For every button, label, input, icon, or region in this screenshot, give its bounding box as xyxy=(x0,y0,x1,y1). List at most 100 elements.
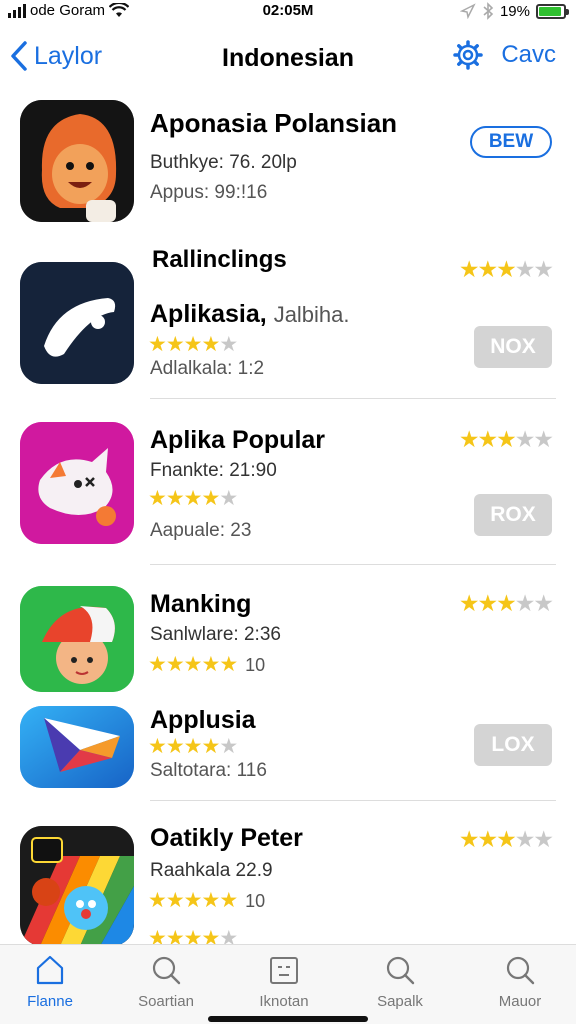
star-icon: ★ xyxy=(219,735,238,758)
star-icon: ★ xyxy=(183,653,203,676)
get-button[interactable]: ROX xyxy=(474,494,552,536)
star-icon: ★ xyxy=(458,256,480,282)
home-indicator xyxy=(208,1016,368,1022)
rating-count: 10 xyxy=(245,655,266,675)
star-icon: ★ xyxy=(533,426,554,452)
app-name: Applusia xyxy=(150,706,256,734)
star-icon: ★ xyxy=(533,826,554,852)
star-icon: ★ xyxy=(148,735,167,758)
get-button[interactable]: NOX xyxy=(474,326,552,368)
tab-grid[interactable]: Iknotan xyxy=(234,953,334,1010)
star-icon: ★ xyxy=(201,333,220,356)
battery-percent: 19% xyxy=(499,2,530,20)
star-icon: ★ xyxy=(533,590,554,616)
star-icon: ★ xyxy=(514,256,536,282)
star-rating: ★★★★★ 10 xyxy=(148,652,265,677)
app-name: Aponasia Polansian xyxy=(150,108,398,138)
grid-icon xyxy=(270,957,298,984)
search-icon xyxy=(386,956,415,985)
star-icon: ★ xyxy=(148,889,167,912)
star-icon: ★ xyxy=(201,735,220,758)
app-meta: Aapuale: 23 xyxy=(150,520,252,541)
star-icon: ★ xyxy=(496,826,517,852)
app-meta: Buthkye: 76. 20lp xyxy=(150,152,297,173)
star-rating: ★★★★★ xyxy=(458,826,554,853)
star-icon: ★ xyxy=(514,426,536,452)
star-icon: ★ xyxy=(496,256,517,282)
star-icon: ★ xyxy=(148,333,167,356)
tab-more[interactable]: Mauor xyxy=(470,953,570,1010)
star-icon: ★ xyxy=(148,487,167,510)
app-name-extra: Jalbiha. xyxy=(273,302,350,327)
star-icon: ★ xyxy=(219,487,238,510)
star-icon: ★ xyxy=(201,487,220,510)
star-icon: ★ xyxy=(514,590,536,616)
get-button[interactable]: BEW xyxy=(470,126,552,158)
star-icon: ★ xyxy=(201,653,220,676)
app-name-main: Aplikasia, xyxy=(150,300,267,328)
status-right: 19% xyxy=(459,2,569,20)
star-icon: ★ xyxy=(477,256,499,282)
star-icon: ★ xyxy=(219,889,238,912)
star-icon: ★ xyxy=(183,889,203,912)
star-icon: ★ xyxy=(165,333,185,356)
app-meta: Appus: 99:!16 xyxy=(150,182,268,203)
star-icon: ★ xyxy=(458,826,480,852)
get-button[interactable]: LOX xyxy=(474,724,552,766)
star-icon: ★ xyxy=(165,889,185,912)
tab-search[interactable]: Soartian xyxy=(116,953,216,1010)
star-icon: ★ xyxy=(458,590,480,616)
app-icon-kid-cap xyxy=(20,586,134,692)
star-icon: ★ xyxy=(165,735,185,758)
battery-icon xyxy=(536,3,569,19)
search-icon xyxy=(506,956,535,985)
tab-bar: Flanne Soartian Iknotan Sapalk Mauor xyxy=(0,944,576,1024)
star-rating: ★★★★★ xyxy=(148,332,238,357)
star-icon: ★ xyxy=(477,426,499,452)
app-name: Manking xyxy=(150,590,252,618)
bluetooth-icon xyxy=(483,2,494,20)
status-bar: ode Goram 02:05M 19% xyxy=(0,0,576,24)
tab-label: Mauor xyxy=(498,993,542,1010)
section-header: Rallinclings xyxy=(152,246,287,273)
app-meta: Raahkala 22.9 xyxy=(150,860,273,881)
gear-icon[interactable] xyxy=(453,40,484,70)
divider xyxy=(150,564,556,565)
tab-search-2[interactable]: Sapalk xyxy=(350,953,450,1010)
tab-label: Soartian xyxy=(138,993,194,1010)
location-icon xyxy=(459,3,476,19)
star-rating: ★★★★★ xyxy=(148,486,238,511)
divider xyxy=(150,398,556,399)
star-icon: ★ xyxy=(219,333,238,356)
star-rating: ★★★★★ 10 xyxy=(148,888,265,913)
nav-right-button[interactable]: Cavc xyxy=(501,41,556,69)
app-meta: Fnankte: 21:90 xyxy=(150,460,277,481)
app-icon-rainbow-mascot xyxy=(20,826,134,946)
rating-count: 10 xyxy=(245,891,266,911)
star-icon: ★ xyxy=(477,590,499,616)
nav-right: Cavc xyxy=(453,40,556,70)
star-icon: ★ xyxy=(148,653,167,676)
app-icon-play xyxy=(20,706,134,788)
tab-home[interactable]: Flanne xyxy=(0,953,100,1010)
home-icon xyxy=(36,955,64,985)
star-icon: ★ xyxy=(165,653,185,676)
star-icon: ★ xyxy=(201,889,220,912)
star-icon: ★ xyxy=(533,256,554,282)
battery-fill xyxy=(539,6,561,16)
star-icon: ★ xyxy=(496,426,517,452)
star-icon: ★ xyxy=(496,590,517,616)
tab-label: Sapalk xyxy=(377,993,423,1010)
star-rating: ★★★★★ xyxy=(458,426,554,453)
star-icon: ★ xyxy=(219,653,238,676)
tab-label: Flanne xyxy=(27,993,73,1010)
search-icon xyxy=(152,956,181,985)
star-icon: ★ xyxy=(458,426,480,452)
star-icon: ★ xyxy=(183,487,203,510)
divider xyxy=(150,800,556,801)
star-icon: ★ xyxy=(477,826,499,852)
app-icon-swoosh xyxy=(20,262,134,384)
app-meta: Saltotara: 116 xyxy=(150,760,267,781)
app-meta: Sanlwlare: 2:36 xyxy=(150,624,281,645)
star-rating: ★★★★★ xyxy=(458,256,554,283)
